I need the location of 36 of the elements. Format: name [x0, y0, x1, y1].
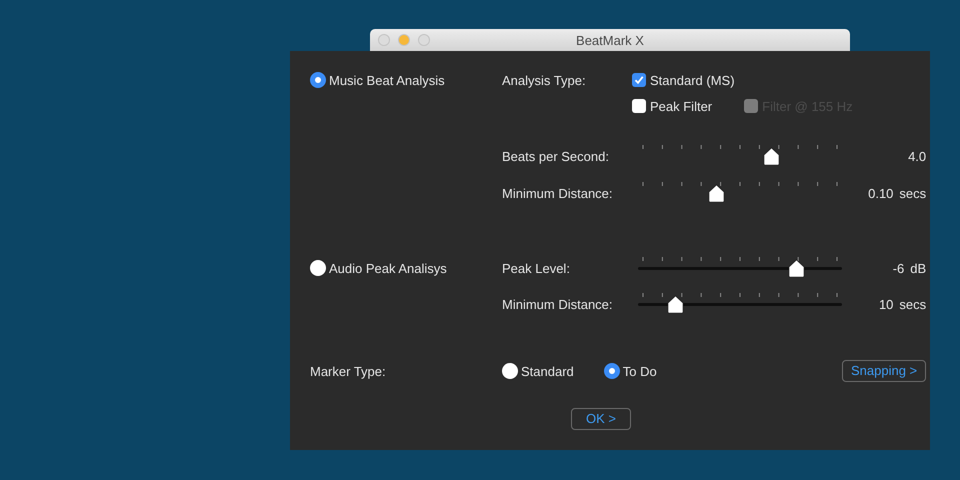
slider-value: 4.0	[908, 148, 926, 164]
field-label: Analysis Type:	[502, 72, 586, 88]
radio-label: Music Beat Analysis	[329, 72, 445, 88]
checkbox-icon[interactable]	[632, 73, 646, 87]
field-label: Marker Type:	[310, 364, 386, 378]
slider-label: Beats per Second:	[502, 148, 609, 164]
checkbox[interactable]: Peak Filter	[632, 98, 712, 114]
unit-label: dB	[910, 260, 926, 276]
ok-button[interactable]: OK >	[571, 408, 631, 430]
unit-label: secs	[899, 296, 926, 312]
slider-value: 10	[878, 296, 894, 312]
slider-label: Peak Level:	[502, 260, 570, 276]
radio-button[interactable]: Music Beat Analysis	[310, 72, 445, 88]
slider-value: -6	[892, 260, 904, 276]
radio-button[interactable]: To Do	[604, 363, 657, 379]
slider-thumb[interactable]	[762, 147, 780, 166]
slider-value: 0.10	[868, 186, 894, 200]
slider-label: Minimum Distance:	[502, 186, 613, 200]
radio-icon[interactable]	[310, 72, 326, 88]
radio-icon[interactable]	[604, 363, 620, 379]
window-title: BeatMark X	[576, 32, 644, 48]
radio-label: Audio Peak Analisys	[329, 260, 447, 276]
radio-icon[interactable]	[502, 363, 518, 379]
unit-label: secs	[899, 186, 926, 200]
radio-button[interactable]: Standard	[502, 363, 574, 379]
radio-label: To Do	[622, 364, 657, 378]
radio-icon[interactable]	[310, 260, 326, 276]
slider-label: Minimum Distance:	[502, 296, 613, 312]
slider-thumb[interactable]	[788, 259, 805, 278]
slider-thumb[interactable]	[667, 295, 684, 314]
checkbox[interactable]: Standard (MS)	[632, 72, 735, 88]
snapping-button[interactable]: Snapping >	[842, 360, 926, 382]
checkbox-icon[interactable]	[632, 99, 646, 113]
radio-button[interactable]: Audio Peak Analisys	[310, 260, 447, 276]
radio-label: Standard	[521, 364, 574, 378]
slider-thumb[interactable]	[708, 184, 726, 203]
